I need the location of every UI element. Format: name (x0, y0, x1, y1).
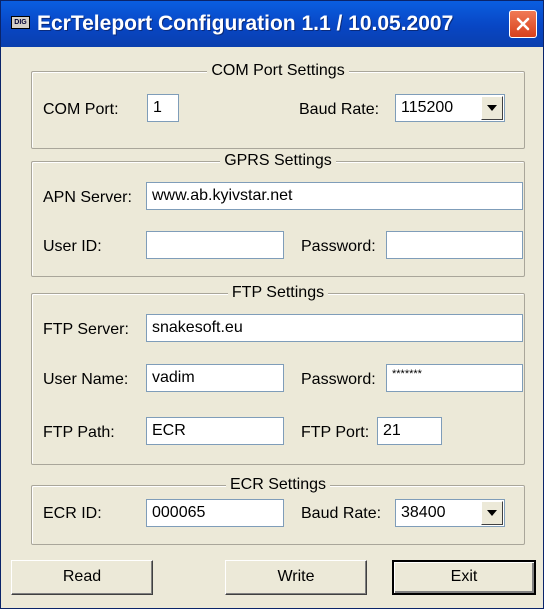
ftp-port-label: FTP Port: (301, 424, 370, 441)
ecr-baud-select[interactable]: 38400 (395, 499, 505, 527)
chevron-down-icon (487, 105, 497, 111)
ftp-password-label: Password: (301, 371, 376, 388)
app-icon[interactable]: DIG (11, 16, 30, 29)
gprs-user-id-label: User ID: (43, 238, 102, 255)
ftp-server-input[interactable] (146, 314, 523, 342)
ecr-baud-dropdown-button[interactable] (481, 501, 503, 525)
com-port-legend: COM Port Settings (207, 62, 349, 79)
ftp-user-name-label: User Name: (43, 371, 129, 388)
close-button[interactable] (509, 10, 537, 38)
gprs-group: GPRS Settings (31, 152, 525, 277)
chevron-down-icon (487, 510, 497, 516)
gprs-password-input[interactable] (386, 231, 523, 259)
ecr-id-input[interactable] (146, 499, 284, 527)
com-baud-value: 115200 (401, 99, 454, 116)
read-button[interactable]: Read (11, 560, 153, 595)
ftp-server-label: FTP Server: (43, 321, 129, 338)
gprs-legend: GPRS Settings (220, 152, 336, 169)
com-port-label: COM Port: (43, 101, 119, 118)
com-baud-label: Baud Rate: (299, 101, 380, 118)
ftp-password-input[interactable]: ******* (386, 364, 523, 392)
ftp-port-input[interactable] (377, 417, 442, 445)
ftp-path-label: FTP Path: (43, 424, 115, 441)
apn-server-input[interactable] (146, 182, 523, 210)
apn-server-label: APN Server: (43, 189, 132, 206)
write-button[interactable]: Write (225, 560, 367, 595)
window-title: EcrTeleport Configuration 1.1 / 10.05.20… (37, 12, 454, 35)
ftp-path-input[interactable] (146, 417, 284, 445)
ecr-baud-label: Baud Rate: (301, 505, 382, 522)
close-icon (516, 17, 530, 31)
gprs-password-label: Password: (301, 238, 376, 255)
config-window: DIG EcrTeleport Configuration 1.1 / 10.0… (0, 0, 544, 609)
com-port-input[interactable] (147, 94, 179, 122)
ecr-legend: ECR Settings (225, 476, 331, 493)
com-baud-dropdown-button[interactable] (481, 96, 503, 120)
com-baud-select[interactable]: 115200 (395, 94, 505, 122)
ftp-user-name-input[interactable] (146, 364, 284, 392)
ecr-id-label: ECR ID: (43, 505, 102, 522)
gprs-user-id-input[interactable] (146, 231, 284, 259)
ecr-baud-value: 38400 (401, 504, 446, 521)
ftp-legend: FTP Settings (227, 284, 329, 301)
title-bar[interactable]: DIG EcrTeleport Configuration 1.1 / 10.0… (1, 1, 543, 47)
exit-button[interactable]: Exit (392, 560, 536, 595)
